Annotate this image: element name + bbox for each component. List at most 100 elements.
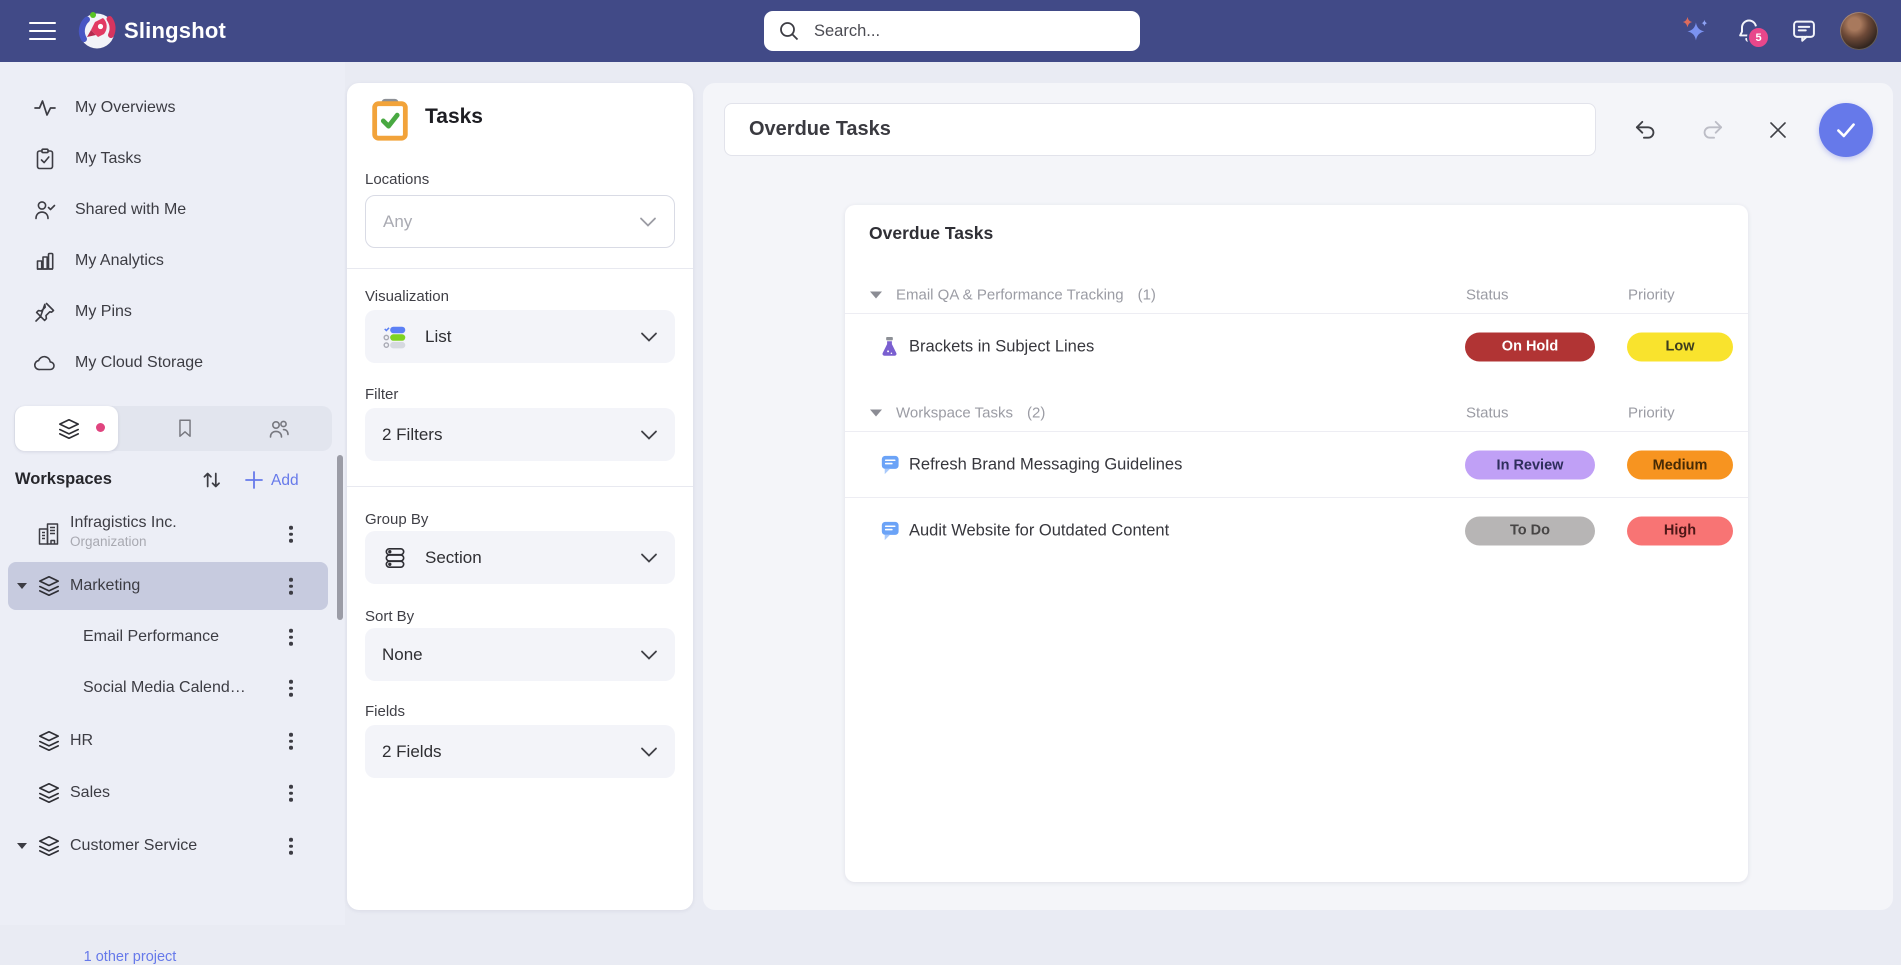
list-view-icon [382, 324, 408, 350]
redo-icon[interactable] [1695, 112, 1731, 148]
sidebar-item-my-pins[interactable]: My Pins [0, 290, 340, 334]
priority-badge[interactable]: Medium [1627, 451, 1733, 480]
kebab-menu-icon[interactable] [284, 624, 298, 651]
topbar: Slingshot 5 [0, 0, 1901, 62]
group-count: (2) [1027, 404, 1045, 421]
chevron-down-icon [640, 746, 658, 758]
project-social-media-calendar[interactable]: Social Media Calend… [0, 664, 337, 712]
brand-name: Slingshot [124, 18, 226, 44]
undo-icon[interactable] [1627, 112, 1663, 148]
sidebar-item-label: My Pins [75, 303, 132, 321]
task-row[interactable]: Audit Website for Outdated Content To Do… [845, 497, 1748, 563]
pin-icon [33, 300, 57, 324]
fields-select[interactable]: 2 Fields [365, 725, 675, 778]
visualization-select[interactable]: List [365, 310, 675, 363]
chevron-down-icon [639, 216, 657, 228]
tab-members[interactable] [267, 417, 291, 441]
project-name: Email Performance [83, 628, 219, 646]
sidebar-item-my-overviews[interactable]: My Overviews [0, 86, 340, 130]
group-by-select[interactable]: Section [365, 531, 675, 584]
flask-icon [878, 335, 901, 358]
sidebar-item-my-tasks[interactable]: My Tasks [0, 137, 340, 181]
kebab-menu-icon[interactable] [284, 728, 298, 755]
sidebar-scrollbar[interactable] [337, 455, 343, 620]
workspace-customer-service[interactable]: Customer Service [0, 822, 337, 870]
chevron-down-icon [640, 552, 658, 564]
sidebar-item-label: My Overviews [75, 99, 175, 117]
workspace-name: Marketing [70, 577, 140, 595]
workspace-name: Infragistics Inc. [70, 514, 177, 532]
main-panel: Overdue Tasks Email QA & Performance Tra… [703, 83, 1893, 910]
panel-title: Tasks [425, 105, 483, 129]
sort-by-label: Sort By [365, 608, 414, 625]
project-email-performance[interactable]: Email Performance [0, 613, 337, 661]
global-search[interactable] [764, 11, 1140, 51]
sidebar-item-label: My Analytics [75, 252, 164, 270]
kebab-menu-icon[interactable] [284, 780, 298, 807]
filters-panel: Tasks Locations Any Visualization List F… [347, 83, 693, 910]
search-input[interactable] [812, 21, 1126, 42]
kebab-menu-icon[interactable] [284, 521, 298, 548]
section-stack-icon [382, 545, 408, 571]
sparkles-icon[interactable] [1679, 15, 1711, 47]
sort-arrows-icon[interactable] [199, 467, 225, 493]
sidebar-item-label: My Tasks [75, 150, 141, 168]
status-badge[interactable]: In Review [1465, 451, 1595, 480]
task-row[interactable]: Brackets in Subject Lines On Hold Low [845, 313, 1748, 379]
priority-column-header: Priority [1628, 287, 1675, 304]
divider [347, 486, 693, 487]
avatar[interactable] [1840, 12, 1878, 50]
chevron-down-icon [640, 331, 658, 343]
filter-select[interactable]: 2 Filters [365, 408, 675, 461]
plus-icon[interactable] [243, 469, 265, 491]
workspace-hr[interactable]: HR [0, 717, 337, 765]
caret-down-icon[interactable] [17, 583, 27, 589]
visualization-label: Visualization [365, 288, 449, 305]
task-row[interactable]: Refresh Brand Messaging Guidelines In Re… [845, 431, 1748, 498]
notification-dot [96, 423, 105, 432]
caret-down-icon[interactable] [17, 843, 27, 849]
status-badge[interactable]: To Do [1465, 516, 1595, 545]
slingshot-logo[interactable] [76, 10, 118, 52]
menu-icon[interactable] [29, 22, 56, 40]
status-badge[interactable]: On Hold [1465, 332, 1595, 361]
add-workspace-button[interactable]: Add [271, 472, 299, 490]
sidebar-item-my-analytics[interactable]: My Analytics [0, 239, 340, 283]
clipboard-check-icon [33, 147, 57, 171]
sort-by-select[interactable]: None [365, 628, 675, 681]
priority-badge[interactable]: High [1627, 516, 1733, 545]
workspace-sales[interactable]: Sales [0, 769, 337, 817]
group-header: Workspace Tasks (2) Status Priority [845, 394, 1748, 431]
workspace-name: Sales [70, 784, 110, 802]
kebab-menu-icon[interactable] [284, 573, 298, 600]
chevron-down-icon [640, 429, 658, 441]
close-icon[interactable] [1760, 112, 1796, 148]
view-title-input[interactable] [724, 103, 1596, 156]
card-title: Overdue Tasks [869, 223, 993, 244]
workspace-marketing[interactable]: Marketing [8, 562, 328, 610]
priority-column-header: Priority [1628, 404, 1675, 421]
group-toggle[interactable]: Workspace Tasks (2) [870, 404, 1045, 421]
confirm-check-icon[interactable] [1819, 103, 1873, 157]
tab-bookmarks[interactable] [174, 417, 196, 439]
sidebar-item-shared-with-me[interactable]: Shared with Me [0, 188, 340, 232]
workspace-infragistics[interactable]: Infragistics Inc. Organization [0, 506, 337, 562]
kebab-menu-icon[interactable] [284, 675, 298, 702]
sidebar-tabs [14, 406, 332, 451]
chat-icon[interactable] [1788, 15, 1820, 47]
locations-label: Locations [365, 171, 429, 188]
layers-icon [36, 728, 62, 754]
notification-badge: 5 [1747, 26, 1770, 49]
search-icon [778, 20, 800, 42]
other-projects-link[interactable]: 1 other project [0, 949, 260, 965]
priority-badge[interactable]: Low [1627, 332, 1733, 361]
layers-icon [36, 573, 62, 599]
sidebar-item-my-cloud-storage[interactable]: My Cloud Storage [0, 341, 340, 385]
activity-icon [33, 96, 57, 120]
group-toggle[interactable]: Email QA & Performance Tracking (1) [870, 287, 1156, 304]
locations-select[interactable]: Any [365, 195, 675, 248]
sidebar: My Overviews My Tasks Shared with Me [0, 62, 345, 925]
group-by-label: Group By [365, 511, 428, 528]
kebab-menu-icon[interactable] [284, 833, 298, 860]
bar-chart-icon [33, 249, 57, 273]
